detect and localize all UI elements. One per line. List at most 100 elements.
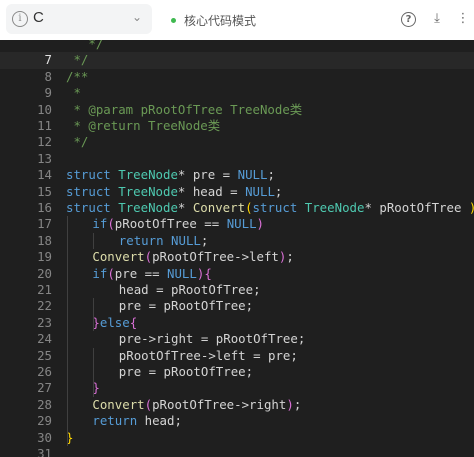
code-line[interactable]: 17 if(pRootOfTree == NULL)	[0, 216, 474, 232]
code-text: pRootOfTree->left = pre;	[119, 348, 298, 364]
code-token: pRootOfTree ==	[114, 216, 227, 232]
code-token: NULL	[237, 167, 268, 183]
code-line[interactable]: 30}	[0, 430, 474, 446]
line-number: 30	[37, 429, 52, 445]
code-line[interactable]: 27}	[0, 380, 474, 396]
line-number: 24	[37, 331, 52, 347]
code-token: if	[92, 265, 108, 281]
line-number: 29	[37, 413, 52, 429]
code-token: )	[469, 200, 474, 215]
code-token: TreeNode	[304, 200, 365, 215]
line-number: 11	[37, 118, 52, 133]
code-token: */	[66, 134, 89, 150]
line-number: 26	[37, 364, 52, 379]
code-token: * pRootOfTree	[364, 200, 469, 215]
code-text: if(pre == NULL){	[92, 266, 211, 282]
code-line[interactable]: 12 */	[0, 134, 474, 150]
code-token: head = pRootOfTree;	[118, 282, 261, 297]
code-text: * @return TreeNode类	[66, 118, 220, 134]
code-token: {	[129, 314, 138, 330]
code-token: head;	[137, 413, 182, 429]
code-token: ;	[274, 183, 283, 199]
code-line[interactable]: 22 pre = pRootOfTree;	[0, 298, 474, 314]
code-token: */	[66, 52, 89, 68]
code-token: * head =	[177, 183, 246, 199]
info-icon[interactable]: i	[12, 11, 28, 27]
code-token: ;	[293, 396, 302, 412]
code-token: * @param pRootOfTree TreeNode类	[66, 101, 303, 117]
code-token: pre = pRootOfTree;	[118, 364, 254, 379]
code-line[interactable]: 19 Convert(pRootOfTree->left);	[0, 249, 474, 265]
code-line[interactable]: 18 return NULL;	[0, 233, 474, 249]
code-line[interactable]: 8 /**	[0, 69, 474, 85]
code-line[interactable]: 20 if(pre == NULL){	[0, 266, 474, 282]
code-token: *	[177, 200, 193, 215]
code-text: /**	[66, 69, 88, 85]
code-line[interactable]: 9 *	[0, 85, 474, 101]
code-line[interactable]: 29 return head;	[0, 413, 474, 429]
mode-label: 核心代码模式	[184, 14, 257, 28]
code-token: (	[144, 249, 153, 265]
code-text: return head;	[92, 413, 182, 429]
code-text: head = pRootOfTree;	[119, 282, 261, 298]
code-token: pre = pRootOfTree;	[118, 298, 254, 314]
code-token: pRootOfTree->left	[152, 249, 279, 265]
code-line[interactable]: 21 head = pRootOfTree;	[0, 282, 474, 298]
code-token: * pre =	[177, 167, 238, 183]
code-token: ;	[286, 249, 294, 265]
code-text: pre->right = pRootOfTree;	[119, 331, 306, 347]
indent-guide	[93, 298, 94, 332]
code-line[interactable]: */	[0, 40, 474, 52]
line-number: 13	[37, 150, 52, 166]
language-select[interactable]: i C ⌄	[6, 4, 152, 34]
code-line[interactable]: 13	[0, 151, 474, 167]
line-number: 21	[37, 282, 52, 297]
code-line[interactable]: 23}else{	[0, 315, 474, 331]
code-token: struct	[66, 200, 111, 215]
code-text: if(pRootOfTree == NULL)	[92, 216, 264, 232]
code-token: struct	[252, 200, 298, 215]
more-icon[interactable]: ⋮	[455, 11, 471, 27]
code-token: NULL	[171, 232, 201, 248]
code-line[interactable]: 7 */	[0, 52, 474, 69]
chevron-down-icon: ⌄	[131, 10, 142, 24]
code-text: *	[66, 85, 80, 101]
code-line[interactable]: 25 pRootOfTree->left = pre;	[0, 348, 474, 364]
code-line[interactable]: 11 * @return TreeNode类	[0, 118, 474, 134]
line-number: 31	[37, 446, 52, 457]
code-line[interactable]: 15 struct TreeNode* head = NULL;	[0, 184, 474, 200]
code-text: struct TreeNode* head = NULL;	[66, 184, 282, 200]
code-line[interactable]: 28 Convert(pRootOfTree->right);	[0, 397, 474, 413]
line-number: 18	[37, 232, 52, 248]
line-number: 15	[37, 183, 52, 199]
download-icon[interactable]: ⤓	[429, 11, 445, 27]
help-icon[interactable]: ?	[401, 12, 416, 27]
code-line[interactable]: 31	[0, 446, 474, 457]
code-token: NULL	[167, 265, 197, 281]
code-line[interactable]: 16 struct TreeNode* Convert(struct TreeNo…	[0, 200, 474, 216]
code-token: ;	[200, 232, 209, 248]
indent-guide	[67, 216, 68, 446]
line-number: 8	[44, 68, 52, 84]
code-editor[interactable]: */7 */8/** 9 * 10 * @param pRootOfTree Tre…	[0, 40, 474, 457]
code-token: pre->right = pRootOfTree;	[118, 331, 306, 347]
code-line[interactable]: 14 struct TreeNode* pre = NULL;	[0, 167, 474, 183]
code-line[interactable]: 26 pre = pRootOfTree;	[0, 364, 474, 380]
code-text: struct TreeNode* pre = NULL;	[66, 167, 275, 183]
code-token: (	[144, 396, 153, 412]
code-line[interactable]: 10 * @param pRootOfTree TreeNode类	[0, 102, 474, 118]
line-number: 9	[44, 85, 52, 101]
code-token: pre ==	[114, 265, 167, 281]
language-value: C	[33, 9, 44, 26]
code-token: * @return TreeNode类	[66, 118, 221, 133]
indent-guide	[93, 347, 94, 397]
code-token: Convert	[192, 200, 246, 215]
code-token: (	[107, 216, 115, 232]
code-token: {	[204, 265, 212, 281]
code-text: pre = pRootOfTree;	[119, 298, 253, 314]
code-token: pRootOfTree->left = pre;	[118, 347, 298, 363]
code-text: Convert(pRootOfTree->left);	[92, 249, 293, 265]
code-line[interactable]: 24 pre->right = pRootOfTree;	[0, 331, 474, 347]
code-token: (	[107, 265, 115, 281]
